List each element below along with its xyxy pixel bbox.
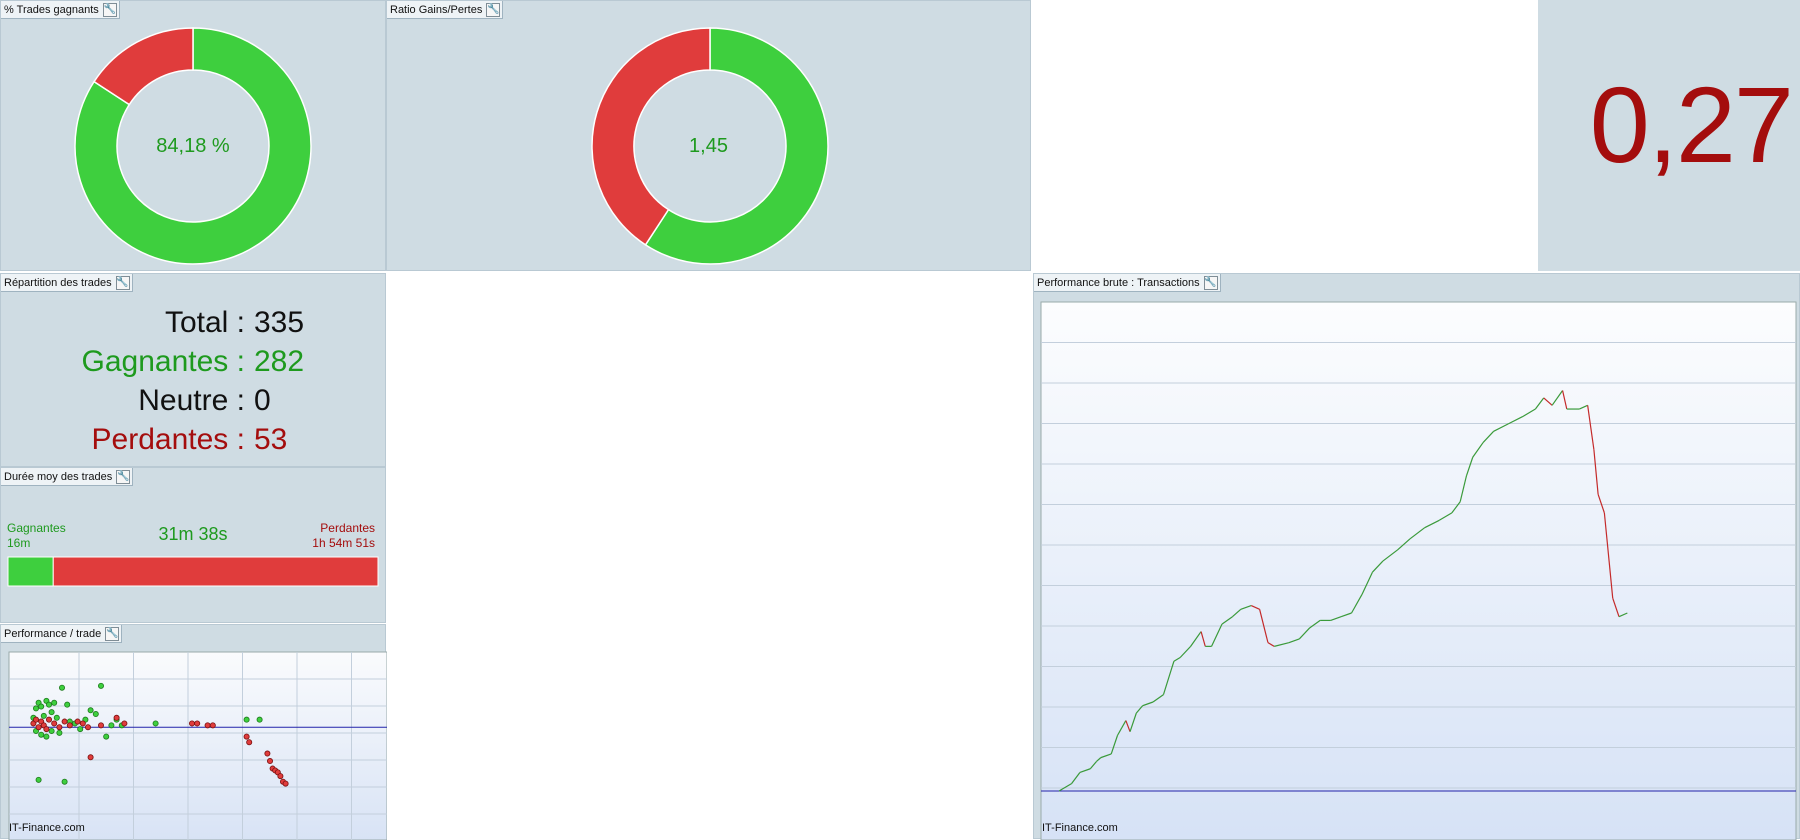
perf-brute-watermark: IT-Finance.com [1042,822,1118,834]
win-pct-title-bar: % Trades gagnants 🔧 [1,1,120,19]
scatter-point [33,716,40,723]
perf-trade-watermark: IT-Finance.com [9,822,85,834]
gain-loss-title-bar: Ratio Gains/Pertes 🔧 [387,1,504,19]
wrench-icon[interactable]: 🔧 [486,2,501,17]
scatter-point [46,716,53,723]
scatter-point [204,722,211,729]
wrench-icon[interactable]: 🔧 [102,2,117,17]
scatter-point [113,714,120,721]
scatter-point [121,720,128,727]
scatter-point [38,731,45,738]
scatter-point [61,718,68,725]
scatter-point [51,720,58,727]
perf-brute-line [1040,301,1797,840]
scatter-point [35,776,42,783]
scatter-point [59,684,66,691]
stat-label: Perdantes : [91,423,245,456]
scatter-point [85,724,92,731]
scatter-point [56,724,63,731]
stat-label: Gagnantes : [81,345,245,378]
stat-value: 282 [254,345,305,378]
scatter-point [108,722,115,729]
duration-bar-chart [7,556,379,587]
stat-label: Neutre : [138,384,245,417]
scatter-point [53,714,60,721]
scatter-point [152,720,159,727]
scatter-point [40,712,47,719]
scatter-point [266,758,273,765]
stat-value: 0 [254,384,271,417]
stat-value: 335 [254,306,305,339]
scatter-plot-area [8,651,387,840]
repartition-panel: Répartition des trades 🔧 Total : 335 Gag… [0,273,386,467]
scatter-point [48,709,55,716]
gain-loss-center-value: 1,45 [689,135,728,157]
stat-row-gagnantes: Gagnantes : 282 [1,345,387,383]
scatter-point [243,733,250,740]
big-value: 0,27 [1589,64,1794,185]
scatter-point [243,716,250,723]
scatter-point [79,720,86,727]
scatter-point [48,727,55,734]
perf-trade-scatter [8,651,387,840]
duration-bar-gagnantes [7,556,54,587]
scatter-point [98,722,105,729]
repartition-title: Répartition des trades [4,276,112,289]
scatter-point [87,754,94,761]
win-pct-panel: 84,18 % % Trades gagnants 🔧 [0,0,386,271]
scatter-point [38,703,45,710]
scatter-point [87,707,94,714]
scatter-point [56,729,63,736]
scatter-point [66,722,73,729]
win-pct-title: % Trades gagnants [4,3,99,16]
scatter-point [188,720,195,727]
scatter-point [256,716,263,723]
stat-row-total: Total : 335 [1,306,387,344]
win-pct-center-value: 84,18 % [156,135,230,157]
scatter-point [43,733,50,740]
duration-panel: Durée moy des trades 🔧 Gagnantes 16m 31m… [0,467,386,623]
scatter-point [43,726,50,733]
scatter-point [98,682,105,689]
perf-trade-panel: Performance / trade 🔧 IT-Finance.com [0,624,387,840]
scatter-point [46,701,53,708]
gain-loss-panel: 1,45 Ratio Gains/Pertes 🔧 [386,0,1031,271]
scatter-point [74,718,81,725]
gain-loss-title: Ratio Gains/Pertes [390,3,483,16]
big-value-panel: 0,27 [1538,0,1800,271]
scatter-point [277,773,284,780]
scatter-point [35,724,42,731]
scatter-point [64,701,71,708]
scatter-point [77,726,84,733]
wrench-icon[interactable]: 🔧 [115,275,130,290]
scatter-point [51,699,58,706]
scatter-point [92,711,99,718]
scatter-point [194,720,201,727]
scatter-point [103,733,110,740]
repartition-title-bar: Répartition des trades 🔧 [1,274,133,292]
perf-brute-panel: Performance brute : Transactions 🔧 IT-Fi… [1033,273,1800,840]
stat-value: 53 [254,423,288,456]
scatter-point [209,722,216,729]
stat-row-perdantes: Perdantes : 53 [1,423,387,461]
scatter-point [61,778,68,785]
stat-label: Total : [164,306,245,339]
scatter-point [246,739,253,746]
scatter-point [282,780,289,787]
stat-row-neutre: Neutre : 0 [1,384,387,422]
duration-bar-perdantes [52,556,379,587]
scatter-point [33,705,40,712]
scatter-point [264,750,271,757]
